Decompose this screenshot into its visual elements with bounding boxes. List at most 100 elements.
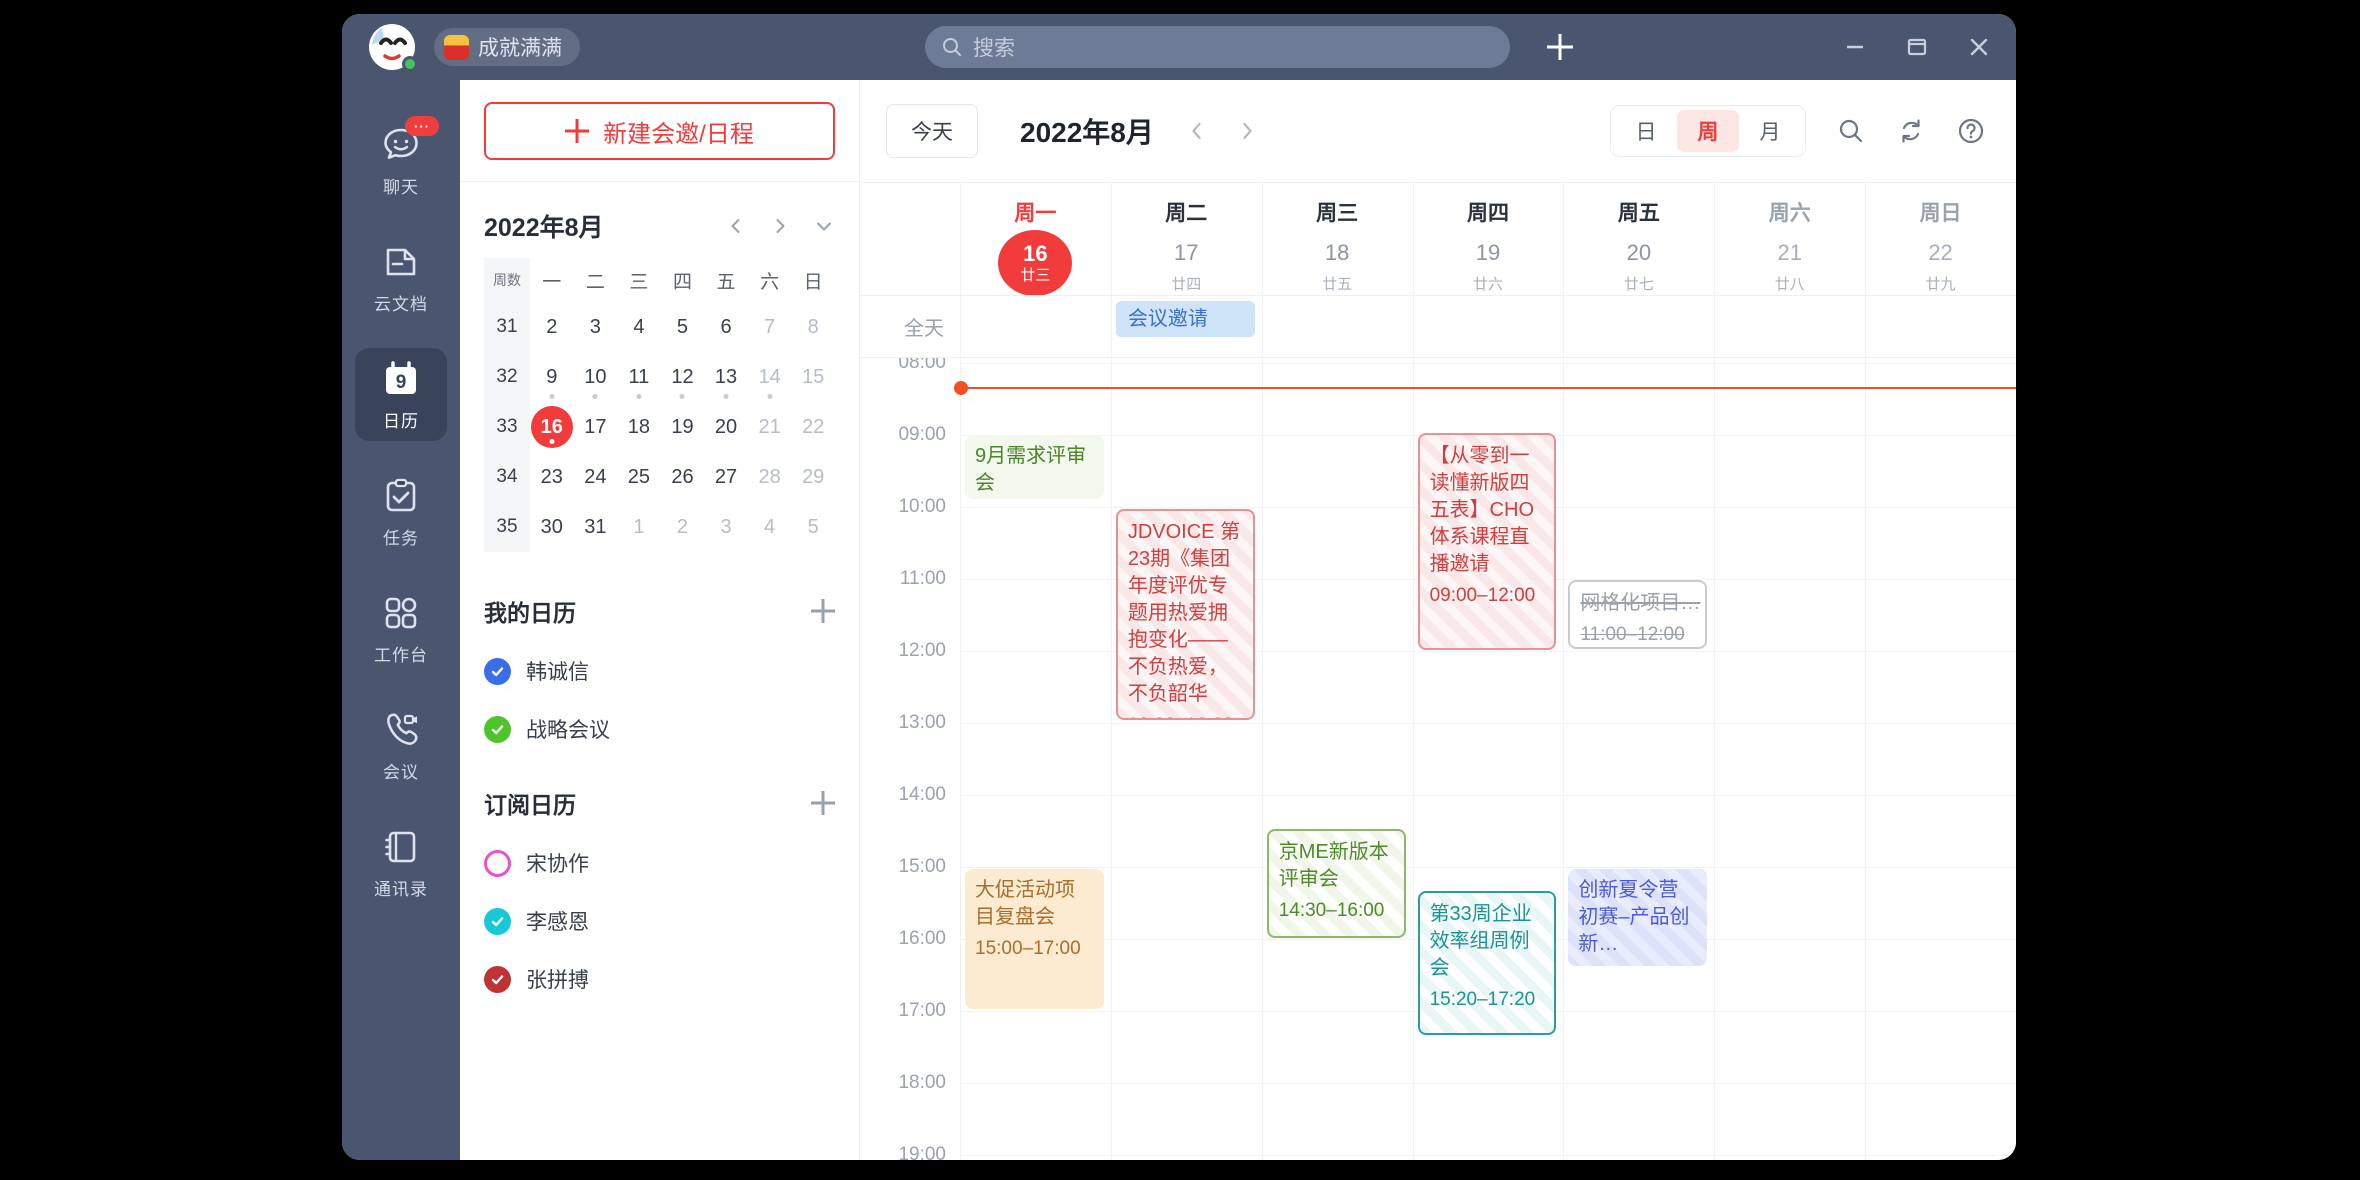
mini-day-cell[interactable]: 23	[531, 456, 573, 498]
calendar-checkbox-checked[interactable]	[484, 657, 511, 685]
mini-day-cell[interactable]: 29	[792, 456, 834, 498]
mini-day-cell[interactable]: 9	[531, 356, 573, 398]
week-number-header: 周数	[484, 258, 530, 302]
day-column-header[interactable]: 周日 22 廿九	[1865, 183, 2016, 296]
mini-day-cell[interactable]: 17	[574, 406, 616, 448]
calendar-checkbox-checked[interactable]	[484, 715, 511, 743]
mini-day-cell[interactable]: 21	[749, 406, 791, 448]
mini-day-cell[interactable]: 27	[705, 456, 747, 498]
mini-day-cell[interactable]: 7	[749, 306, 791, 348]
day-column-header[interactable]: 周四 19 廿六	[1413, 183, 1564, 296]
event-title: 京ME新版本评审会	[1278, 841, 1389, 890]
calendar-checkbox-unchecked[interactable]	[484, 849, 511, 877]
mini-next-month-button[interactable]	[769, 215, 791, 237]
event-card[interactable]: 大促活动项目复盘会 15:00–17:00	[965, 869, 1104, 1009]
mini-day-cell[interactable]: 10	[574, 356, 616, 398]
event-card[interactable]: 第33周企业效率组周例会 15:20–17:20	[1417, 891, 1557, 1035]
mini-day-cell[interactable]: 4	[618, 306, 660, 348]
sidebar-item-meeting[interactable]: 会议	[355, 699, 447, 792]
prev-week-button[interactable]	[1184, 118, 1210, 144]
mini-day-cell[interactable]: 6	[705, 306, 747, 348]
calendar-checkbox-checked[interactable]	[484, 907, 511, 935]
mini-day-cell[interactable]: 5	[661, 306, 703, 348]
status-pill[interactable]: 成就满满	[434, 28, 580, 66]
refresh-button[interactable]	[1896, 116, 1926, 146]
svg-text:9: 9	[396, 372, 407, 393]
allday-event[interactable]: 会议邀请	[1115, 301, 1255, 337]
day-column-header[interactable]: 周三 18 廿五	[1262, 183, 1413, 296]
sidebar-item-calendar[interactable]: 9 日历	[355, 348, 447, 441]
event-card[interactable]: JDVOICE 第23期《集团年度评优专题用热爱拥抱变化——不负热爱，不负韶华 1…	[1115, 509, 1255, 720]
calendar-list-item[interactable]: 宋协作	[484, 848, 835, 878]
sidebar-item-cloud-doc[interactable]: 云文档	[355, 231, 447, 324]
day-column-header[interactable]: 周二 17 廿四	[1111, 183, 1262, 296]
event-card[interactable]: 网格化项目… 11:00–12:00	[1568, 580, 1708, 649]
mini-day-header: 日	[803, 271, 823, 293]
event-card[interactable]: 创新夏令营初赛–产品创新… 15:00–16:30	[1568, 869, 1708, 966]
mini-day-cell[interactable]: 3	[705, 506, 747, 548]
mini-day-cell[interactable]: 26	[661, 456, 703, 498]
mini-day-cell[interactable]: 30	[531, 506, 573, 548]
weekday-label: 周一	[1014, 202, 1057, 225]
event-card[interactable]: 京ME新版本评审会 14:30–16:00	[1266, 829, 1406, 938]
mini-day-cell[interactable]: 20	[705, 406, 747, 448]
app-window: 成就满满 搜索 聊天 ··· 云文档 9 日历 任务 工作台 会议 通讯录 新建…	[342, 14, 2016, 1160]
mini-day-cell[interactable]: 19	[661, 406, 703, 448]
minimize-button[interactable]	[1840, 32, 1870, 62]
add-calendar-button[interactable]	[811, 599, 835, 623]
calendar-list-item[interactable]: 韩诚信	[484, 656, 835, 686]
mini-day-cell[interactable]: 28	[749, 456, 791, 498]
mini-day-cell[interactable]: 5	[792, 506, 834, 548]
sidebar-item-contacts[interactable]: 通讯录	[355, 816, 447, 909]
day-column-header[interactable]: 周一 16 廿三	[960, 183, 1111, 296]
mini-day-cell[interactable]: 22	[792, 406, 834, 448]
view-option-月[interactable]: 月	[1739, 110, 1801, 152]
sidebar-item-chat[interactable]: 聊天 ···	[355, 114, 447, 207]
maximize-button[interactable]	[1902, 32, 1932, 62]
close-button[interactable]	[1964, 32, 1994, 62]
mini-prev-month-button[interactable]	[725, 215, 747, 237]
view-option-周[interactable]: 周	[1677, 110, 1739, 152]
mini-day-cell[interactable]: 14	[749, 356, 791, 398]
next-week-button[interactable]	[1234, 118, 1260, 144]
today-button[interactable]: 今天	[886, 104, 978, 158]
event-card[interactable]: 【从零到一读懂新版四五表】CHO体系课程直播邀请 09:00–12:00	[1417, 433, 1557, 650]
mini-day-cell[interactable]: 8	[792, 306, 834, 348]
add-calendar-button[interactable]	[811, 791, 835, 815]
day-column-header[interactable]: 周五 20 廿七	[1563, 183, 1714, 296]
search-input[interactable]: 搜索	[925, 26, 1510, 68]
new-event-button[interactable]: 新建会邀/日程	[484, 102, 835, 160]
plus-icon	[1547, 34, 1573, 60]
mini-day-cell[interactable]: 13	[705, 356, 747, 398]
mini-day-cell[interactable]: 1	[618, 506, 660, 548]
event-card[interactable]: 9月需求评审会09:00–11:00	[965, 435, 1104, 499]
calendar-list-item[interactable]: 李感恩	[484, 906, 835, 936]
mini-day-cell[interactable]: 24	[574, 456, 616, 498]
calendar-checkbox-checked[interactable]	[484, 965, 511, 993]
mini-day-cell[interactable]: 11	[618, 356, 660, 398]
mini-day-cell[interactable]: 12	[661, 356, 703, 398]
mini-day-cell[interactable]: 2	[661, 506, 703, 548]
calendar-search-button[interactable]	[1836, 116, 1866, 146]
sidebar-item-workbench[interactable]: 工作台	[355, 582, 447, 675]
day-column-header[interactable]: 周六 21 廿八	[1714, 183, 1865, 296]
mini-day-cell[interactable]: 15	[792, 356, 834, 398]
calendar-list-item[interactable]: 张拼搏	[484, 964, 835, 994]
calendar-list-item[interactable]: 战略会议	[484, 714, 835, 744]
mini-day-cell[interactable]: 3	[574, 306, 616, 348]
view-option-日[interactable]: 日	[1615, 110, 1677, 152]
mini-day-cell[interactable]: 18	[618, 406, 660, 448]
calendar-name: 李感恩	[526, 911, 589, 934]
sidebar-item-tasks[interactable]: 任务	[355, 465, 447, 558]
help-button[interactable]	[1956, 116, 1986, 146]
mini-day-cell[interactable]: 25	[618, 456, 660, 498]
avatar[interactable]	[368, 23, 418, 72]
quick-create-button[interactable]	[1542, 29, 1578, 65]
mini-day-cell-today[interactable]: 16	[530, 406, 573, 448]
mini-day-cell[interactable]: 4	[749, 506, 791, 548]
mini-day-cell[interactable]: 31	[574, 506, 616, 548]
mini-day-cell[interactable]: 2	[531, 306, 573, 348]
mini-calendar-header: 2022年8月	[484, 208, 835, 244]
mini-collapse-button[interactable]	[813, 215, 835, 237]
date-label: 18	[1324, 240, 1350, 265]
